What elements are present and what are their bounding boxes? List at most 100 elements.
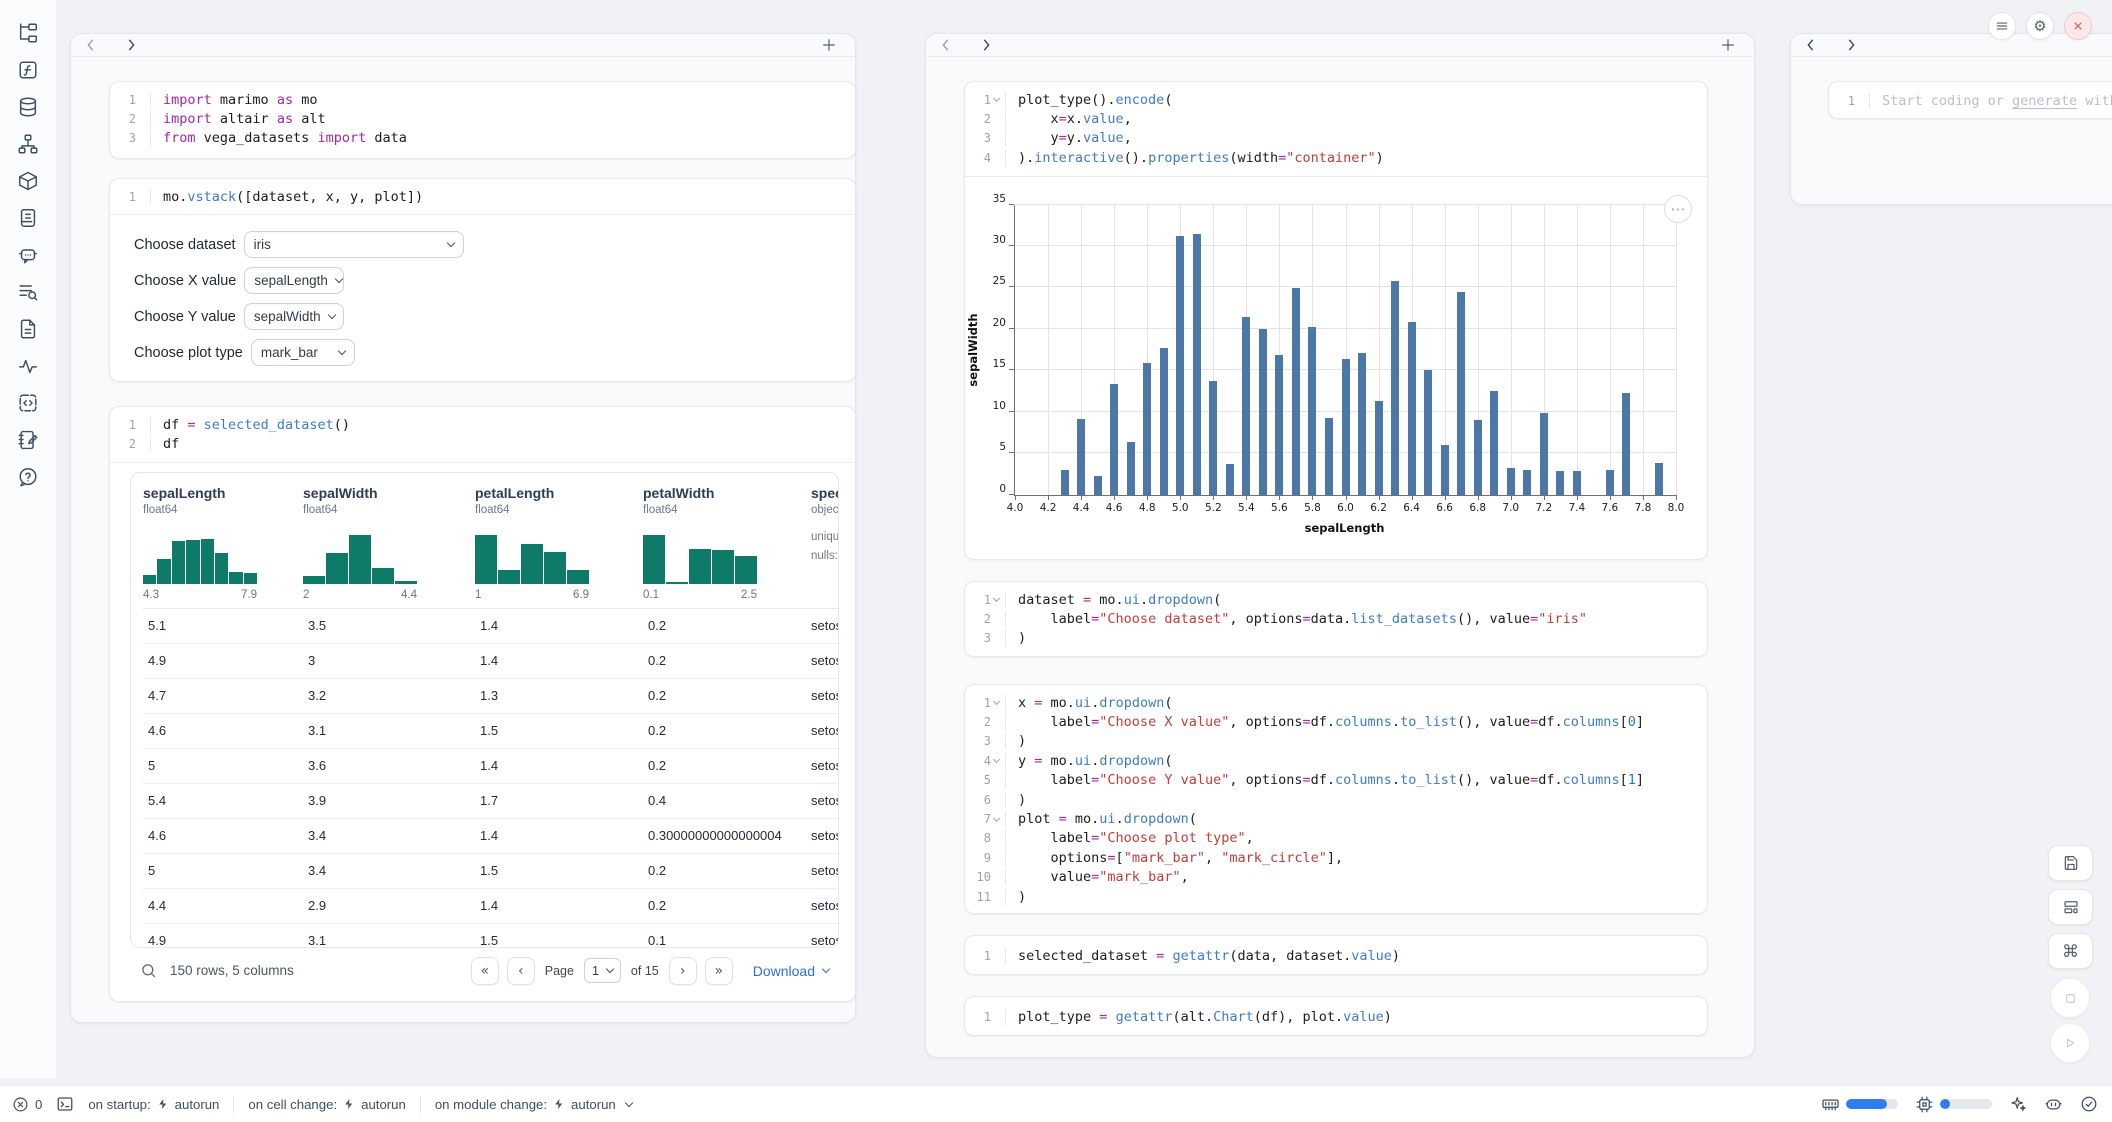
bar bbox=[1606, 470, 1614, 495]
prev-page-button[interactable]: ‹ bbox=[507, 957, 535, 985]
add-cell-icon[interactable] bbox=[1720, 37, 1736, 53]
on-startup-setting[interactable]: on startup: autorun bbox=[88, 1097, 219, 1112]
table-column-header[interactable]: sepalLengthfloat644.37.9 bbox=[143, 485, 303, 608]
file-tree-icon[interactable] bbox=[17, 22, 39, 44]
fold-chevron-icon[interactable] bbox=[991, 759, 1001, 762]
column-histogram bbox=[303, 528, 417, 584]
function-square-icon[interactable] bbox=[17, 59, 39, 81]
code-editor[interactable]: 1dataset = mo.ui.dropdown(2 label="Choos… bbox=[965, 582, 1707, 656]
column-right-icon[interactable] bbox=[1843, 37, 1859, 53]
settings-button[interactable]: ⚙ bbox=[2026, 12, 2054, 40]
fold-chevron-icon[interactable] bbox=[991, 598, 1001, 601]
package-icon[interactable] bbox=[17, 170, 39, 192]
search-icon[interactable] bbox=[140, 962, 157, 979]
code-editor[interactable]: 1x = mo.ui.dropdown(2 label="Choose X va… bbox=[965, 685, 1707, 914]
y-tick-label: 15 bbox=[993, 358, 1006, 370]
code-editor[interactable]: 1import marimo as mo2import altair as al… bbox=[110, 82, 855, 156]
on-module-change-setting[interactable]: on module change: autorun bbox=[435, 1097, 632, 1112]
last-page-button[interactable]: » bbox=[705, 957, 733, 985]
code-line: 11) bbox=[965, 887, 1707, 906]
generate-link[interactable]: generate bbox=[2012, 93, 2077, 109]
table-row[interactable]: 5.43.91.70.4setosa bbox=[143, 784, 838, 819]
activity-icon[interactable] bbox=[17, 355, 39, 377]
table-row[interactable]: 53.61.40.2setosa bbox=[143, 749, 838, 784]
keyboard-shortcuts-button[interactable]: ⌘ bbox=[2048, 933, 2093, 969]
table-cell: setosa bbox=[811, 898, 839, 913]
document-icon[interactable] bbox=[17, 318, 39, 340]
connection-status-icon[interactable] bbox=[2080, 1095, 2098, 1113]
error-count-group[interactable]: 0 bbox=[12, 1096, 42, 1113]
bar-chart[interactable]: 4.04.24.44.64.85.05.25.45.65.86.06.26.46… bbox=[1014, 205, 1676, 496]
table-row[interactable]: 4.93.11.50.1setosa bbox=[143, 924, 838, 948]
x-tick-label: 4.8 bbox=[1139, 502, 1156, 514]
table-cell: 3 bbox=[303, 653, 475, 668]
table-cell: 0.2 bbox=[643, 653, 811, 668]
stop-button[interactable] bbox=[2050, 978, 2090, 1018]
table-row[interactable]: 5.13.51.40.2setosa bbox=[143, 609, 838, 644]
on-cell-change-setting[interactable]: on cell change: autorun bbox=[248, 1097, 405, 1112]
cell-xy-plot-dropdowns: 1x = mo.ui.dropdown(2 label="Choose X va… bbox=[964, 684, 1708, 914]
chat-bot-icon[interactable] bbox=[17, 244, 39, 266]
sitemap-icon[interactable] bbox=[17, 133, 39, 155]
cpu-usage[interactable] bbox=[1915, 1095, 1992, 1114]
fold-chevron-icon[interactable] bbox=[991, 701, 1001, 704]
save-button[interactable] bbox=[2048, 845, 2093, 881]
terminal-icon[interactable] bbox=[56, 1095, 74, 1113]
sparkles-icon[interactable] bbox=[2009, 1095, 2027, 1113]
column-left-icon[interactable] bbox=[938, 37, 954, 53]
table-column-header[interactable]: sepalWidthfloat6424.4 bbox=[303, 485, 475, 608]
code-editor[interactable]: 1 Start coding or generate with bbox=[1829, 82, 2112, 119]
add-cell-icon[interactable] bbox=[821, 37, 837, 53]
x-tick-label: 5.0 bbox=[1172, 502, 1189, 514]
scroll-text-icon[interactable] bbox=[17, 207, 39, 229]
empty-cell-placeholder[interactable]: Start coding or generate with bbox=[1869, 93, 2112, 109]
code-line: 4y = mo.ui.dropdown( bbox=[965, 751, 1707, 770]
code-block-icon[interactable] bbox=[17, 392, 39, 414]
chart-actions-icon[interactable]: ⋯ bbox=[1664, 195, 1692, 223]
code-editor[interactable]: 1plot_type = getattr(alt.Chart(df), plot… bbox=[965, 997, 1707, 1036]
table-cell: 4.6 bbox=[143, 723, 303, 738]
dropdown-select[interactable]: sepalWidth bbox=[244, 303, 344, 330]
dropdown-select[interactable]: sepalLength bbox=[244, 267, 344, 294]
table-row[interactable]: 4.42.91.40.2setosa bbox=[143, 889, 838, 924]
table-row[interactable]: 4.73.21.30.2setosa bbox=[143, 679, 838, 714]
bar bbox=[1077, 419, 1085, 494]
fold-chevron-icon[interactable] bbox=[991, 818, 1001, 821]
code-editor[interactable]: 1mo.vstack([dataset, x, y, plot]) bbox=[110, 179, 855, 214]
help-circle-icon[interactable] bbox=[17, 466, 39, 488]
table-row[interactable]: 53.41.50.2setosa bbox=[143, 854, 838, 889]
database-icon[interactable] bbox=[17, 96, 39, 118]
line-number: 3 bbox=[965, 631, 991, 645]
code-editor[interactable]: 1df = selected_dataset()2df bbox=[110, 407, 855, 462]
table-row[interactable]: 4.63.11.50.2setosa bbox=[143, 714, 838, 749]
bar bbox=[1573, 471, 1581, 494]
first-page-button[interactable]: « bbox=[471, 957, 499, 985]
table-column-header[interactable]: petalWidthfloat640.12.5 bbox=[643, 485, 811, 608]
column-left-icon[interactable] bbox=[83, 37, 99, 53]
code-editor[interactable]: 1plot_type().encode(2 x=x.value,3 y=y.va… bbox=[965, 82, 1707, 176]
table-row[interactable]: 4.63.41.40.30000000000000004setosa bbox=[143, 819, 838, 854]
download-button[interactable]: Download bbox=[753, 963, 829, 979]
bar bbox=[1342, 359, 1350, 495]
table-column-header[interactable]: speciesobjectuniquenulls: bbox=[811, 485, 839, 608]
dropdown-select[interactable]: mark_bar bbox=[251, 339, 355, 366]
list-search-icon[interactable] bbox=[17, 281, 39, 303]
fold-chevron-icon[interactable] bbox=[991, 98, 1001, 101]
notebook-column-1: 1import marimo as mo2import altair as al… bbox=[70, 33, 856, 1023]
run-button[interactable] bbox=[2050, 1023, 2090, 1063]
column-right-icon[interactable] bbox=[978, 37, 994, 53]
page-select[interactable]: 1 bbox=[584, 958, 621, 983]
dropdown-select[interactable]: iris bbox=[244, 231, 464, 258]
column-left-icon[interactable] bbox=[1803, 37, 1819, 53]
code-editor[interactable]: 1selected_dataset = getattr(data, datase… bbox=[965, 936, 1707, 975]
shutdown-button[interactable] bbox=[2064, 12, 2092, 40]
layout-button[interactable] bbox=[2048, 889, 2093, 925]
next-page-button[interactable]: › bbox=[669, 957, 697, 985]
table-row[interactable]: 4.931.40.2setosa bbox=[143, 644, 838, 679]
notebook-pen-icon[interactable] bbox=[17, 429, 39, 451]
table-column-header[interactable]: petalLengthfloat6416.9 bbox=[475, 485, 643, 608]
ram-usage[interactable] bbox=[1821, 1095, 1898, 1114]
column-right-icon[interactable] bbox=[123, 37, 139, 53]
copilot-icon[interactable] bbox=[2044, 1095, 2063, 1114]
menu-button[interactable] bbox=[1988, 12, 2016, 40]
